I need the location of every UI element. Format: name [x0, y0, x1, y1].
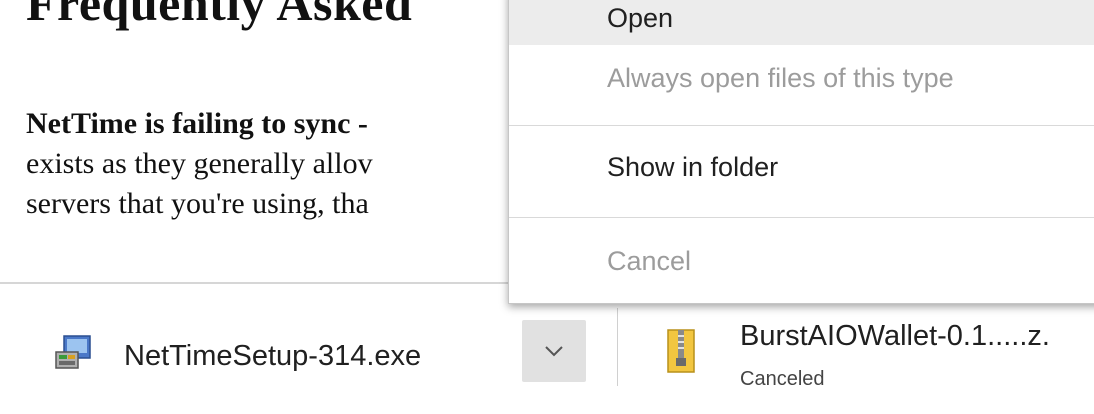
download-status: Canceled	[740, 368, 825, 390]
menu-item-open[interactable]: Open	[509, 0, 1094, 45]
download-context-menu: Open Always open files of this type Show…	[508, 0, 1094, 304]
faq-question: NetTime is failing to sync -	[26, 107, 368, 140]
chevron-down-icon	[545, 346, 563, 357]
page-heading: Frequently Asked	[26, 0, 413, 31]
download-separator	[617, 308, 618, 386]
menu-item-always-open[interactable]: Always open files of this type	[509, 45, 1094, 125]
menu-item-show-in-folder[interactable]: Show in folder	[509, 126, 1094, 206]
installer-icon	[54, 332, 96, 372]
download-file-name: BurstAIOWallet-0.1.....z.	[740, 320, 1050, 352]
menu-item-label: Always open files of this type	[607, 63, 954, 93]
download-file-name: NetTimeSetup-314.exe	[124, 340, 422, 372]
menu-item-label: Cancel	[607, 246, 692, 276]
menu-item-label: Show in folder	[607, 152, 779, 182]
menu-item-cancel[interactable]: Cancel	[509, 218, 1094, 298]
zip-archive-icon	[666, 328, 696, 374]
menu-item-label: Open	[607, 3, 674, 33]
download-options-button[interactable]	[522, 320, 586, 382]
